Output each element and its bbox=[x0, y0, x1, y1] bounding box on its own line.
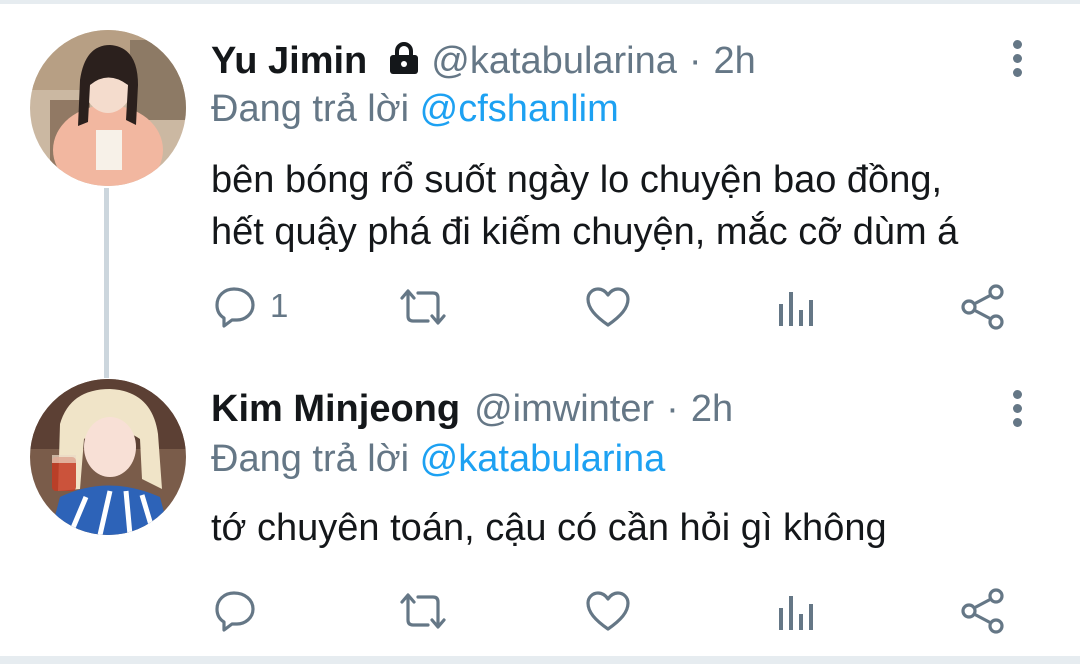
tweet-header: Yu Jimin @katabularina · 2h bbox=[211, 36, 756, 86]
reply-count: 1 bbox=[270, 287, 289, 324]
tweet[interactable]: Yu Jimin @katabularina · 2h Đang trả lời… bbox=[0, 0, 1080, 350]
reply-icon bbox=[215, 287, 255, 328]
retweet-button[interactable] bbox=[398, 286, 448, 328]
tweet-text-line: bên bóng rổ suốt ngày lo chuyện bao đồng… bbox=[211, 159, 943, 201]
retweet-icon bbox=[400, 289, 446, 325]
analytics-button[interactable] bbox=[776, 288, 816, 328]
reply-button[interactable] bbox=[214, 588, 270, 632]
avatar[interactable] bbox=[30, 379, 186, 535]
replying-to: Đang trả lời @cfshanlim bbox=[211, 88, 619, 131]
like-icon bbox=[586, 591, 630, 631]
reply-button[interactable]: 1 bbox=[214, 284, 288, 328]
more-options-icon[interactable] bbox=[1010, 390, 1024, 430]
replying-to: Đang trả lời @katabularina bbox=[211, 438, 665, 481]
share-button[interactable] bbox=[960, 284, 1006, 330]
retweet-icon bbox=[400, 593, 446, 629]
bottom-divider bbox=[0, 656, 1080, 664]
retweet-button[interactable] bbox=[398, 590, 448, 632]
share-icon bbox=[961, 284, 1004, 330]
separator-dot: · bbox=[666, 387, 679, 430]
replying-to-label: Đang trả lời bbox=[211, 438, 410, 480]
tweet-text-line: tớ chuyên toán, cậu có cần hỏi gì không bbox=[211, 507, 887, 549]
reply-mention-link[interactable]: @cfshanlim bbox=[420, 88, 619, 130]
tweet[interactable]: Kim Minjeong @imwinter · 2h Đang trả lời… bbox=[0, 350, 1080, 656]
reply-mention-link[interactable]: @katabularina bbox=[420, 438, 666, 480]
tweet-text-line: hết quậy phá đi kiếm chuyện, mắc cỡ dùm … bbox=[211, 211, 959, 253]
share-icon bbox=[961, 588, 1004, 634]
analytics-button[interactable] bbox=[776, 592, 816, 632]
more-options-icon[interactable] bbox=[1010, 40, 1024, 80]
tweet-text: tớ chuyên toán, cậu có cần hỏi gì không bbox=[211, 502, 887, 554]
handle[interactable]: @imwinter bbox=[474, 388, 654, 431]
separator-dot: · bbox=[688, 39, 702, 82]
display-name[interactable]: Yu Jimin bbox=[211, 40, 367, 83]
tweet-header: Kim Minjeong @imwinter · 2h bbox=[211, 384, 733, 434]
replying-to-label: Đang trả lời bbox=[211, 88, 410, 130]
timestamp[interactable]: 2h bbox=[691, 388, 733, 431]
action-bar bbox=[0, 586, 1080, 636]
share-button[interactable] bbox=[960, 588, 1006, 634]
avatar[interactable] bbox=[30, 30, 186, 186]
lock-icon bbox=[389, 42, 419, 74]
like-button[interactable] bbox=[585, 286, 631, 328]
reply-icon bbox=[215, 591, 255, 632]
timestamp[interactable]: 2h bbox=[714, 40, 756, 83]
analytics-icon bbox=[779, 292, 813, 326]
action-bar: 1 bbox=[0, 282, 1080, 332]
like-icon bbox=[586, 287, 630, 327]
analytics-icon bbox=[779, 596, 813, 630]
tweet-text: bên bóng rổ suốt ngày lo chuyện bao đồng… bbox=[211, 154, 958, 258]
like-button[interactable] bbox=[585, 590, 631, 632]
display-name[interactable]: Kim Minjeong bbox=[211, 388, 460, 431]
handle[interactable]: @katabularina bbox=[431, 40, 677, 83]
